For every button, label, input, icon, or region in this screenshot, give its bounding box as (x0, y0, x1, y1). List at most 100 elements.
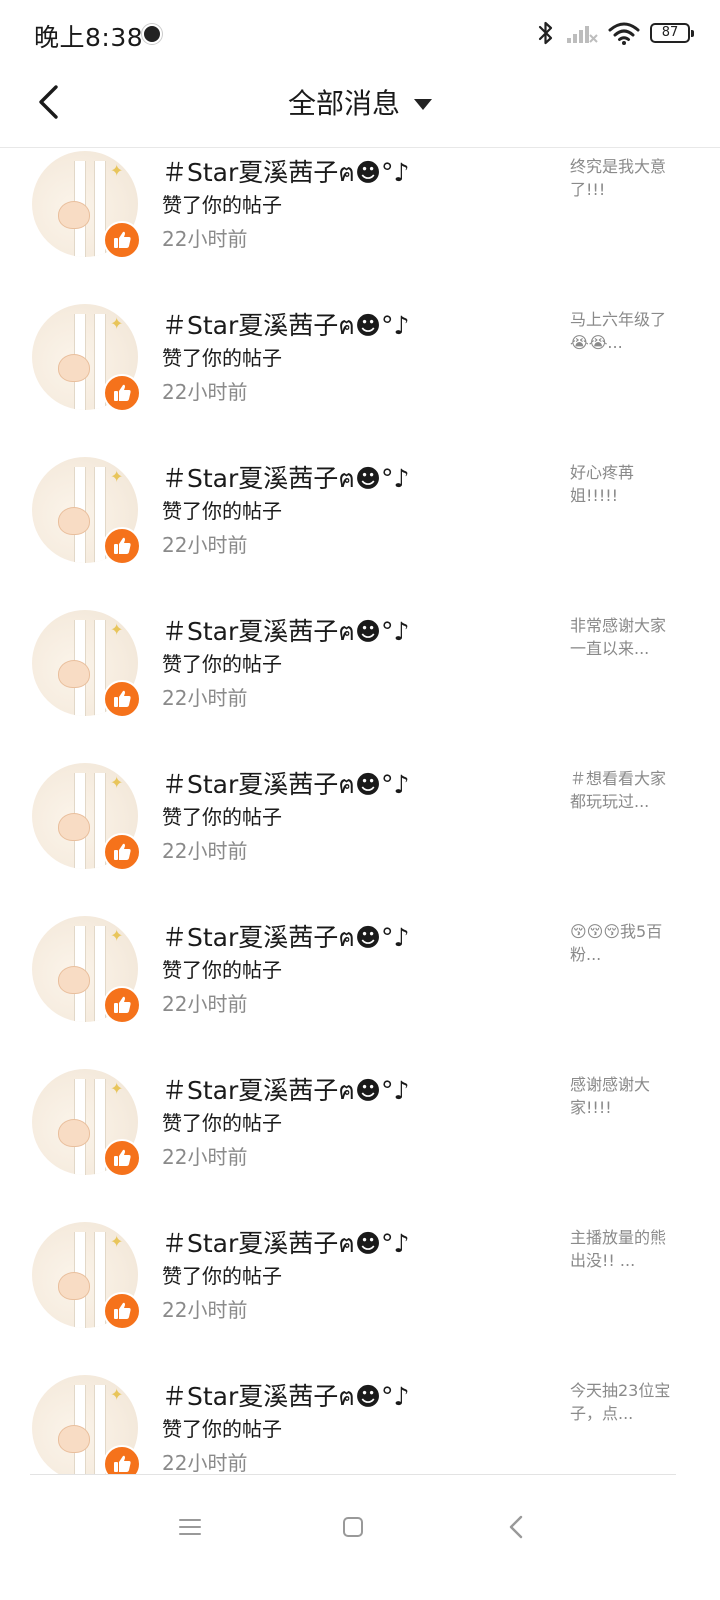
avatar-art: ✦ (110, 1079, 124, 1098)
message-list[interactable]: ✦ ＃Star夏溪茜子ฅ☻°♪ 赞了你的帖子 22小时前 终究是我大意了!!! … (0, 148, 720, 1474)
action-text: 赞了你的帖子 (162, 499, 282, 523)
message-item[interactable]: ✦ ＃Star夏溪茜子ฅ☻°♪ 赞了你的帖子 22小时前 感谢感谢大家!!!! (0, 1069, 720, 1222)
action-text: 赞了你的帖子 (162, 346, 282, 370)
avatar-art: ✦ (110, 1232, 124, 1251)
avatar-art: ✦ (110, 161, 124, 180)
post-preview[interactable]: 今天抽23位宝子，点... (570, 1379, 680, 1425)
avatar-art (58, 1272, 90, 1300)
thumbs-up-icon (114, 843, 131, 860)
battery-indicator: 87 (650, 23, 694, 43)
like-badge (103, 833, 141, 871)
sender-name[interactable]: ＃Star夏溪茜子ฅ☻°♪ (162, 306, 410, 346)
message-item[interactable]: ✦ ＃Star夏溪茜子ฅ☻°♪ 赞了你的帖子 22小时前 😚😚😚我5百粉... (0, 916, 720, 1069)
thumbs-up-icon (114, 384, 131, 401)
like-badge (103, 1292, 141, 1330)
caret-down-icon (414, 98, 432, 110)
sender-name[interactable]: ＃Star夏溪茜子ฅ☻°♪ (162, 765, 410, 805)
timestamp: 22小时前 (162, 1145, 248, 1169)
avatar-art: ✦ (110, 1385, 124, 1404)
message-item[interactable]: ✦ ＃Star夏溪茜子ฅ☻°♪ 赞了你的帖子 22小时前 ＃想看看大家都玩玩过.… (0, 763, 720, 916)
action-text: 赞了你的帖子 (162, 1417, 282, 1441)
timestamp: 22小时前 (162, 686, 248, 710)
thumbs-up-icon (114, 231, 131, 248)
like-badge (103, 527, 141, 565)
action-text: 赞了你的帖子 (162, 1264, 282, 1288)
avatar-art (58, 507, 90, 535)
thumbs-up-icon (114, 1455, 131, 1472)
post-preview[interactable]: 😚😚😚我5百粉... (570, 920, 680, 966)
header: 全部消息 (0, 64, 720, 148)
sender-name[interactable]: ＃Star夏溪茜子ฅ☻°♪ (162, 459, 410, 499)
thumbs-up-icon (114, 1149, 131, 1166)
sender-name[interactable]: ＃Star夏溪茜子ฅ☻°♪ (162, 1071, 410, 1111)
post-preview[interactable]: 马上六年级了😭😭... (570, 308, 680, 354)
post-preview[interactable]: 终究是我大意了!!! (570, 155, 680, 201)
action-text: 赞了你的帖子 (162, 652, 282, 676)
square-icon (343, 1517, 363, 1537)
timestamp: 22小时前 (162, 992, 248, 1016)
avatar-art: ✦ (110, 314, 124, 333)
avatar-art: ✦ (110, 620, 124, 639)
avatar-art: ✦ (110, 773, 124, 792)
message-item[interactable]: ✦ ＃Star夏溪茜子ฅ☻°♪ 赞了你的帖子 22小时前 非常感谢大家一直以来.… (0, 610, 720, 763)
menu-icon (179, 1519, 201, 1535)
message-filter-dropdown[interactable]: 全部消息 (0, 82, 720, 122)
post-preview[interactable]: 感谢感谢大家!!!! (570, 1073, 680, 1119)
status-bar: 晚上8:38 87 (0, 0, 720, 64)
timestamp: 22小时前 (162, 1451, 248, 1474)
sender-name[interactable]: ＃Star夏溪茜子ฅ☻°♪ (162, 1224, 410, 1264)
like-badge (103, 1139, 141, 1177)
sender-name[interactable]: ＃Star夏溪茜子ฅ☻°♪ (162, 1377, 410, 1417)
post-preview[interactable]: 非常感谢大家一直以来... (570, 614, 680, 660)
sender-name[interactable]: ＃Star夏溪茜子ฅ☻°♪ (162, 918, 410, 958)
avatar-art (58, 966, 90, 994)
message-item[interactable]: ✦ ＃Star夏溪茜子ฅ☻°♪ 赞了你的帖子 22小时前 终究是我大意了!!! (0, 151, 720, 304)
thumbs-up-icon (114, 537, 131, 554)
post-preview[interactable]: ＃想看看大家都玩玩过... (570, 767, 680, 813)
app-notification-icon (142, 24, 162, 44)
wifi-icon (608, 22, 640, 45)
screen: 晚上8:38 87 全部消息 ✦ ＃Star夏溪茜子ฅ☻°♪ 赞了你的帖子 22… (0, 0, 720, 1600)
avatar-art: ✦ (110, 926, 124, 945)
action-text: 赞了你的帖子 (162, 1111, 282, 1135)
avatar-art (58, 354, 90, 382)
like-badge (103, 374, 141, 412)
sender-name[interactable]: ＃Star夏溪茜子ฅ☻°♪ (162, 612, 410, 652)
like-badge (103, 1445, 141, 1474)
avatar-art: ✦ (110, 467, 124, 486)
action-text: 赞了你的帖子 (162, 958, 282, 982)
status-time: 晚上8:38 (34, 23, 144, 52)
action-text: 赞了你的帖子 (162, 193, 282, 217)
back-triangle-icon (509, 1515, 523, 1539)
system-navigation-bar (0, 1475, 720, 1600)
nav-home-button[interactable] (331, 1505, 375, 1549)
like-badge (103, 221, 141, 259)
action-text: 赞了你的帖子 (162, 805, 282, 829)
nav-back-button[interactable] (494, 1505, 538, 1549)
like-badge (103, 986, 141, 1024)
timestamp: 22小时前 (162, 839, 248, 863)
nav-menu-button[interactable] (168, 1505, 212, 1549)
timestamp: 22小时前 (162, 1298, 248, 1322)
timestamp: 22小时前 (162, 533, 248, 557)
post-preview[interactable]: 主播放量的熊出没!! ... (570, 1226, 680, 1272)
thumbs-up-icon (114, 996, 131, 1013)
sender-name[interactable]: ＃Star夏溪茜子ฅ☻°♪ (162, 153, 410, 193)
message-item[interactable]: ✦ ＃Star夏溪茜子ฅ☻°♪ 赞了你的帖子 22小时前 马上六年级了😭😭... (0, 304, 720, 457)
post-preview[interactable]: 好心疼苒姐!!!!! (570, 461, 680, 507)
bluetooth-icon (538, 21, 553, 45)
message-item[interactable]: ✦ ＃Star夏溪茜子ฅ☻°♪ 赞了你的帖子 22小时前 好心疼苒姐!!!!! (0, 457, 720, 610)
avatar-art (58, 813, 90, 841)
avatar-art (58, 660, 90, 688)
avatar-art (58, 1425, 90, 1453)
cellular-signal-icon (567, 26, 598, 43)
timestamp: 22小时前 (162, 380, 248, 404)
message-item[interactable]: ✦ ＃Star夏溪茜子ฅ☻°♪ 赞了你的帖子 22小时前 主播放量的熊出没!! … (0, 1222, 720, 1375)
page-title: 全部消息 (287, 87, 400, 120)
message-item[interactable]: ✦ ＃Star夏溪茜子ฅ☻°♪ 赞了你的帖子 22小时前 今天抽23位宝子，点.… (0, 1375, 720, 1474)
thumbs-up-icon (114, 690, 131, 707)
like-badge (103, 680, 141, 718)
avatar-art (58, 201, 90, 229)
thumbs-up-icon (114, 1302, 131, 1319)
avatar-art (58, 1119, 90, 1147)
